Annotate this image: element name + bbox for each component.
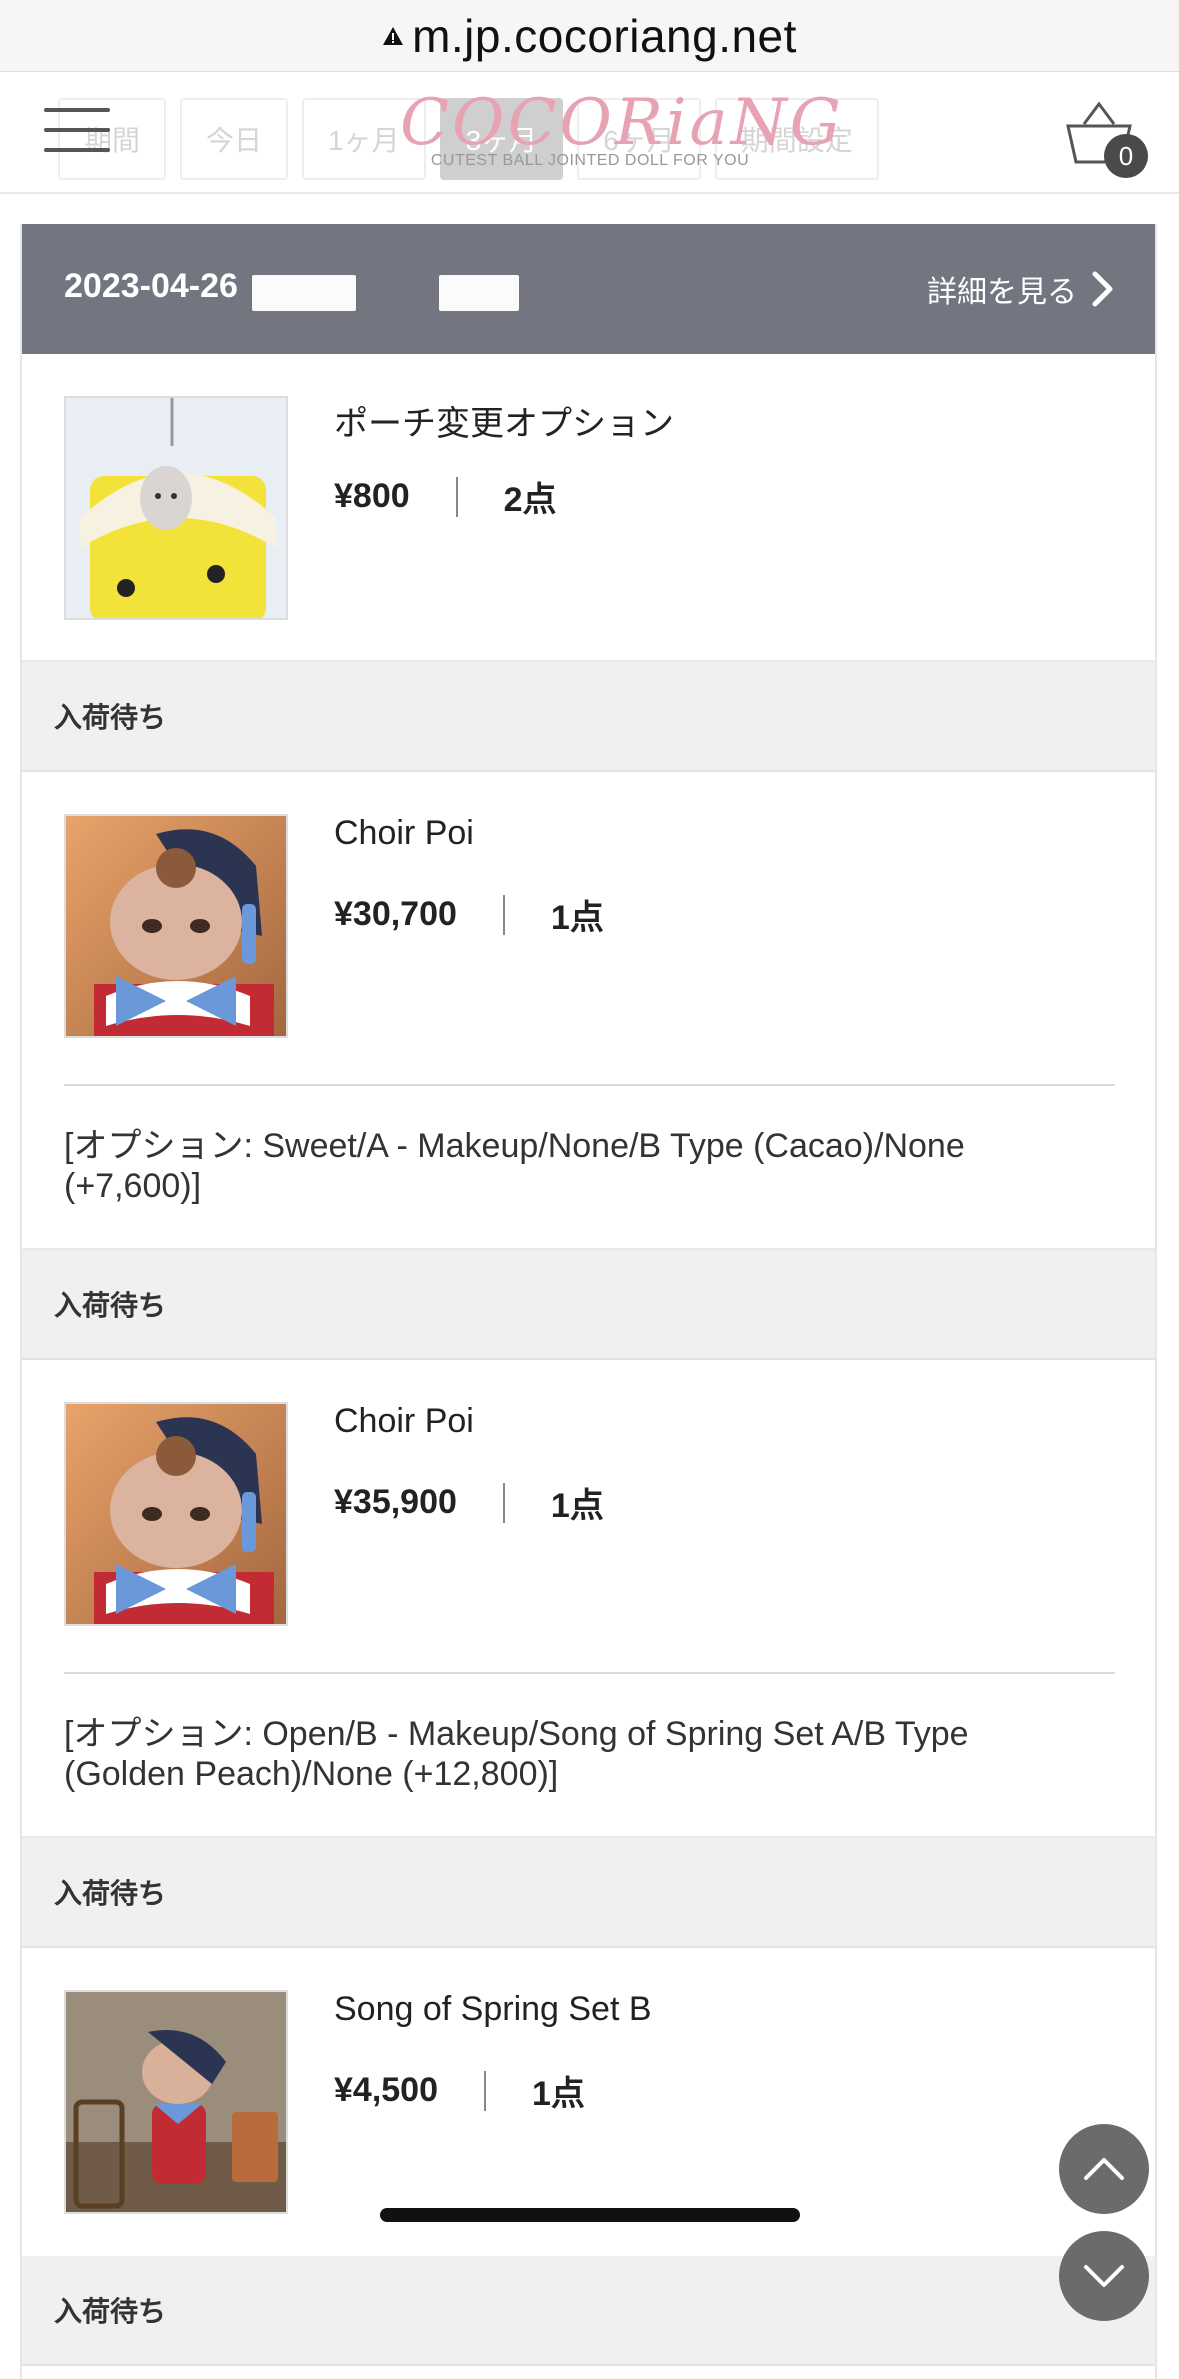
logo-text: COCORiaNG xyxy=(400,86,844,160)
product-price: ¥35,900 xyxy=(334,1483,457,1521)
product-options: [オプション: Sweet/A - Makeup/None/B Type (Ca… xyxy=(64,1127,965,1205)
price-row: ¥35,900 1点 xyxy=(334,1478,604,1527)
order-item: Choir Poi ¥35,900 1点 [オプション: Open/B - Ma… xyxy=(22,1360,1155,1838)
site-header: 期間 今日 1ヶ月 3ヶ月 6ヶ月 期間設定 COCORiaNG CUTEST … xyxy=(0,72,1179,194)
separator xyxy=(484,2070,486,2111)
scroll-up-button[interactable] xyxy=(1059,2124,1149,2214)
product-quantity: 1点 xyxy=(532,2075,585,2113)
price-row: ¥800 2点 xyxy=(334,472,557,521)
divider xyxy=(64,1672,1115,1674)
redaction xyxy=(252,274,357,311)
product-name[interactable]: Song of Spring Set B xyxy=(334,1990,652,2029)
home-indicator xyxy=(380,2208,800,2222)
redaction xyxy=(438,274,519,311)
product-name[interactable]: Choir Poi xyxy=(334,814,474,853)
product-quantity: 1点 xyxy=(550,899,604,937)
cart-button[interactable]: 0 xyxy=(1064,100,1148,180)
site-logo[interactable]: COCORiaNG CUTEST BALL JOINTED DOLL FOR Y… xyxy=(400,86,844,170)
product-thumbnail[interactable] xyxy=(64,814,288,1038)
price-row: ¥4,500 1点 xyxy=(334,2066,585,2115)
browser-url-bar[interactable]: m.jp.cocoriang.net xyxy=(0,0,1179,72)
separator xyxy=(502,1482,505,1523)
cart-count-badge: 0 xyxy=(1104,134,1148,178)
price-row: ¥30,700 1点 xyxy=(334,890,604,939)
product-quantity: 2点 xyxy=(503,481,557,519)
warning-icon xyxy=(383,26,404,45)
order-item: ポーチ変更オプション ¥800 2点 xyxy=(22,354,1155,662)
product-name[interactable]: Choir Poi xyxy=(334,1402,474,1441)
logo-tagline: CUTEST BALL JOINTED DOLL FOR YOU xyxy=(430,152,750,169)
view-details-label: 詳細を見る xyxy=(927,276,1077,309)
scroll-down-button[interactable] xyxy=(1059,2231,1149,2321)
chevron-up-icon xyxy=(1084,2158,1124,2180)
status-badge: 入荷待ち xyxy=(22,1838,1155,1948)
product-thumbnail[interactable] xyxy=(64,396,288,620)
product-quantity: 1点 xyxy=(550,1487,604,1525)
hamburger-icon[interactable] xyxy=(44,108,110,156)
separator xyxy=(455,476,458,517)
product-name[interactable]: ポーチ変更オプション xyxy=(334,396,674,445)
product-options: [オプション: Open/B - Makeup/Song of Spring S… xyxy=(64,1715,969,1793)
period-tab: 今日 xyxy=(180,98,289,180)
product-thumbnail[interactable] xyxy=(64,1402,288,1626)
separator xyxy=(502,894,505,935)
product-price: ¥30,700 xyxy=(334,895,457,933)
status-badge: 入荷待ち xyxy=(22,1250,1155,1360)
view-details-link[interactable]: 詳細を見る xyxy=(927,267,1115,311)
order-date: 2023-04-26 xyxy=(64,267,238,306)
order-item: Choir Poi ¥30,700 1点 [オプション: Sweet/A - M… xyxy=(22,772,1155,1250)
divider xyxy=(64,1084,1115,1086)
product-price: ¥800 xyxy=(334,477,410,515)
order-header[interactable]: 2023-04-26 詳細を見る xyxy=(22,224,1155,354)
url-text: m.jp.cocoriang.net xyxy=(412,9,797,62)
product-thumbnail[interactable] xyxy=(64,1990,288,2214)
status-badge: 入荷待ち xyxy=(22,662,1155,772)
order-date-row: 2023-04-26 xyxy=(64,267,519,311)
product-price: ¥4,500 xyxy=(334,2071,438,2109)
chevron-right-icon xyxy=(1092,271,1113,307)
chevron-down-icon xyxy=(1084,2265,1124,2287)
order-card: 2023-04-26 詳細を見る ポーチ変更オプション ¥800 2点 入荷待ち… xyxy=(20,224,1157,2379)
status-badge: 入荷待ち xyxy=(22,2256,1155,2366)
